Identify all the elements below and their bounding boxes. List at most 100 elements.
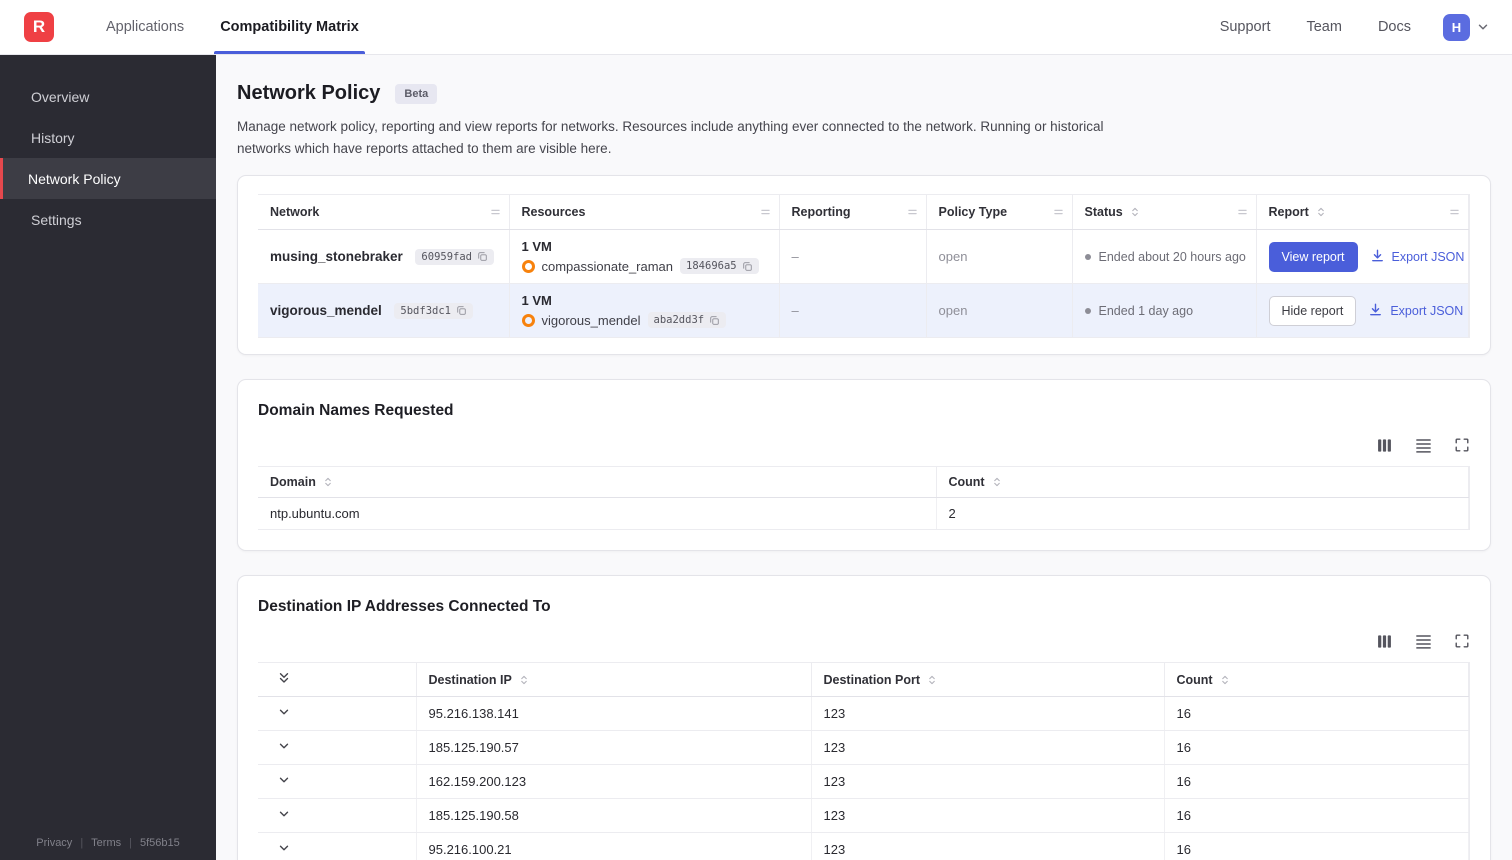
destination-ip-value: 162.159.200.123 xyxy=(416,764,812,800)
page-description: Manage network policy, reporting and vie… xyxy=(237,119,1104,156)
sidebar: Overview History Network Policy Settings… xyxy=(0,55,216,860)
sort-icon[interactable] xyxy=(322,476,334,488)
download-icon xyxy=(1368,302,1383,320)
column-header-destination-port[interactable]: Destination Port xyxy=(811,662,1165,698)
privacy-link[interactable]: Privacy xyxy=(36,837,72,849)
column-header-network[interactable]: Network xyxy=(258,194,510,231)
domain-row[interactable]: ntp.ubuntu.com 2 xyxy=(258,497,1469,531)
column-resize-handle-icon[interactable] xyxy=(1448,206,1461,219)
sort-icon[interactable] xyxy=(1315,206,1327,218)
primary-nav: Applications Compatibility Matrix xyxy=(88,0,377,54)
sort-icon[interactable] xyxy=(926,674,938,686)
page-header: Network Policy Beta xyxy=(237,82,1491,105)
destination-row[interactable]: 95.216.138.141 123 16 xyxy=(258,696,1469,732)
nav-applications[interactable]: Applications xyxy=(88,0,202,54)
destinations-card: Destination IP Addresses Connected To De… xyxy=(237,575,1491,860)
network-id-badge: 60959fad xyxy=(415,248,494,265)
networks-header-row: Network Resources Reporting Policy Type … xyxy=(258,194,1469,231)
status-text: Ended 1 day ago xyxy=(1098,303,1194,318)
copy-icon[interactable] xyxy=(456,305,467,316)
build-hash: 5f56b15 xyxy=(139,837,180,849)
networks-table-card: Network Resources Reporting Policy Type … xyxy=(237,175,1491,356)
column-header-policy-type[interactable]: Policy Type xyxy=(926,194,1073,231)
status-dot-icon xyxy=(1084,307,1091,314)
network-row[interactable]: vigorous_mendel 5bdf3dc1 1 VM vigorous_m… xyxy=(258,283,1469,339)
sidebar-item-overview[interactable]: Overview xyxy=(0,76,216,117)
row-expand-chevron-icon[interactable] xyxy=(277,773,291,787)
row-density-icon[interactable] xyxy=(1415,437,1432,454)
vm-status-icon xyxy=(521,259,535,273)
secondary-nav: Support Team Docs H xyxy=(1202,0,1512,54)
reporting-value: – xyxy=(791,303,799,319)
user-menu-chevron-down-icon[interactable] xyxy=(1476,20,1490,34)
destination-row[interactable]: 185.125.190.57 123 16 xyxy=(258,730,1469,766)
hide-report-button[interactable]: Hide report xyxy=(1268,295,1357,326)
sort-icon[interactable] xyxy=(518,674,530,686)
column-header-status[interactable]: Status xyxy=(1072,194,1257,231)
expand-all-double-chevron-icon[interactable] xyxy=(277,671,291,685)
sort-icon[interactable] xyxy=(1219,674,1231,686)
nav-team[interactable]: Team xyxy=(1288,19,1359,35)
column-header-report[interactable]: Report xyxy=(1256,194,1469,231)
domains-header-row: Domain Count xyxy=(258,466,1469,499)
nav-support[interactable]: Support xyxy=(1202,19,1289,35)
destination-port-value: 123 xyxy=(811,764,1165,800)
resource-id-badge: 184696a5 xyxy=(680,258,759,275)
column-settings-icon[interactable] xyxy=(1376,633,1393,650)
row-expand-chevron-icon[interactable] xyxy=(277,807,291,821)
domains-table: Domain Count ntp.ubuntu.com 2 xyxy=(258,466,1469,531)
sidebar-item-network-policy[interactable]: Network Policy xyxy=(0,158,216,199)
vm-status-icon xyxy=(521,313,535,327)
view-report-button[interactable]: View report xyxy=(1268,241,1358,272)
fullscreen-icon[interactable] xyxy=(1454,437,1470,454)
export-json-link[interactable]: Export JSON xyxy=(1370,248,1464,266)
expand-all-header[interactable] xyxy=(258,662,417,698)
row-expand-chevron-icon[interactable] xyxy=(277,739,291,753)
row-expand-chevron-icon[interactable] xyxy=(277,841,291,855)
logo-letter: R xyxy=(32,17,46,36)
page-title: Network Policy xyxy=(237,82,381,104)
user-avatar[interactable]: H xyxy=(1443,13,1470,41)
vm-count: 1 VM xyxy=(521,239,552,255)
destination-row[interactable]: 185.125.190.58 123 16 xyxy=(258,798,1469,834)
sort-icon[interactable] xyxy=(991,476,1003,488)
export-json-link[interactable]: Export JSON xyxy=(1368,302,1463,320)
policy-type-value: open xyxy=(938,303,968,319)
column-resize-handle-icon[interactable] xyxy=(1052,206,1065,219)
column-header-destination-ip[interactable]: Destination IP xyxy=(416,662,812,698)
status-text: Ended about 20 hours ago xyxy=(1098,249,1246,264)
top-navigation-bar: R Applications Compatibility Matrix Supp… xyxy=(0,0,1512,55)
copy-icon[interactable] xyxy=(477,251,488,262)
column-settings-icon[interactable] xyxy=(1376,437,1393,454)
nav-docs[interactable]: Docs xyxy=(1360,19,1429,35)
resource-name: compassionate_raman xyxy=(541,258,674,274)
column-resize-handle-icon[interactable] xyxy=(489,206,502,219)
column-resize-handle-icon[interactable] xyxy=(759,206,772,219)
column-header-reporting[interactable]: Reporting xyxy=(779,194,927,231)
nav-compatibility-matrix[interactable]: Compatibility Matrix xyxy=(202,0,377,54)
column-resize-handle-icon[interactable] xyxy=(906,206,919,219)
destination-ip-value: 185.125.190.58 xyxy=(416,798,812,834)
column-header-domain[interactable]: Domain xyxy=(258,466,937,499)
column-resize-handle-icon[interactable] xyxy=(1236,206,1249,219)
column-header-resources[interactable]: Resources xyxy=(509,194,780,231)
network-row[interactable]: musing_stonebraker 60959fad 1 VM compass… xyxy=(258,229,1469,285)
sidebar-item-settings[interactable]: Settings xyxy=(0,199,216,240)
destination-ip-value: 185.125.190.57 xyxy=(416,730,812,766)
fullscreen-icon[interactable] xyxy=(1454,633,1470,650)
copy-icon[interactable] xyxy=(742,261,753,272)
destinations-toolbar xyxy=(258,633,1470,650)
destination-row[interactable]: 162.159.200.123 123 16 xyxy=(258,764,1469,800)
app-logo[interactable]: R xyxy=(24,12,54,42)
destination-row[interactable]: 95.216.100.21 123 16 xyxy=(258,832,1469,860)
copy-icon[interactable] xyxy=(709,315,720,326)
column-header-count[interactable]: Count xyxy=(1164,662,1469,698)
domains-card: Domain Names Requested Domain Count ntp.… xyxy=(237,379,1491,552)
sidebar-item-history[interactable]: History xyxy=(0,117,216,158)
row-expand-chevron-icon[interactable] xyxy=(277,705,291,719)
row-density-icon[interactable] xyxy=(1415,633,1432,650)
terms-link[interactable]: Terms xyxy=(91,837,121,849)
network-name: vigorous_mendel xyxy=(270,302,382,318)
column-header-count[interactable]: Count xyxy=(936,466,1469,499)
sort-icon[interactable] xyxy=(1129,206,1141,218)
